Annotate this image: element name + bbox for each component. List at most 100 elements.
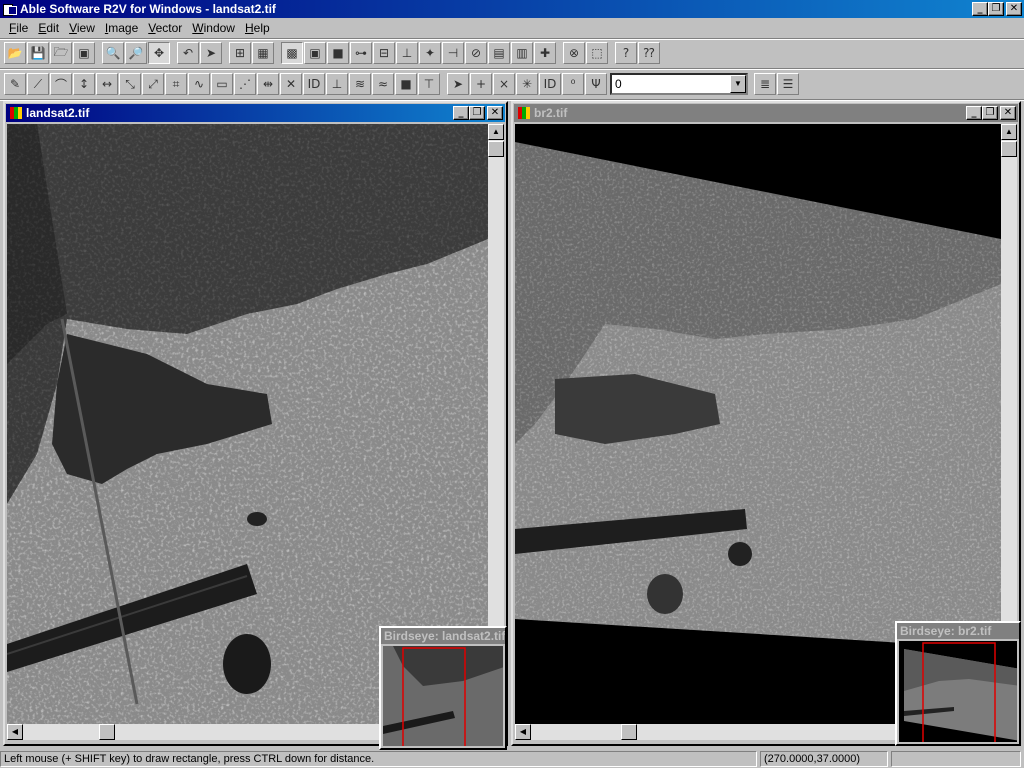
landsat-minimize-button[interactable]: _ — [453, 106, 469, 120]
landsat-birdseye-window[interactable]: Birdseye: landsat2.tif — [379, 626, 507, 750]
image-frame-button[interactable]: ▣ — [304, 42, 326, 64]
scroll-left-arrow[interactable]: ◀ — [7, 724, 23, 740]
br2-hscroll-thumb[interactable] — [621, 724, 637, 740]
minimize-button[interactable]: _ — [972, 2, 988, 16]
measure-icon: ▥ — [516, 46, 528, 60]
diag-button[interactable]: ⤡ — [119, 73, 141, 95]
no-icon: ⊘ — [470, 46, 482, 60]
undo-button[interactable]: ↶ — [177, 42, 199, 64]
star-node-button[interactable]: ✳ — [516, 73, 538, 95]
landsat-vscroll-thumb[interactable] — [488, 141, 504, 157]
landsat-window-title: landsat2.tif — [26, 106, 90, 120]
pan-icon: ✥ — [153, 46, 165, 60]
br2-minimize-button[interactable]: _ — [966, 106, 982, 120]
open-project-button[interactable]: 🗁 — [50, 42, 72, 64]
app-icon[interactable] — [2, 2, 17, 16]
layers-button[interactable]: ≣ — [754, 73, 776, 95]
br2-close-button[interactable]: ✕ — [1000, 106, 1016, 120]
label-button[interactable]: ▤ — [488, 42, 510, 64]
id-node-button[interactable]: ID — [539, 73, 561, 95]
move-node-button[interactable]: ⇹ — [257, 73, 279, 95]
vertical-icon: ↕ — [78, 77, 90, 91]
landsat-window-titlebar[interactable]: landsat2.tif _ ❐ ✕ — [6, 104, 505, 122]
id-line-button[interactable]: ⊥ — [326, 73, 348, 95]
node-line-button[interactable]: ⊶ — [350, 42, 372, 64]
zoom-in-button[interactable]: 🔍 — [102, 42, 124, 64]
menu-image[interactable]: Image — [100, 21, 143, 35]
br2-maximize-button[interactable]: ❐ — [982, 106, 998, 120]
zoom-in-icon: 🔍 — [105, 46, 121, 60]
snap-button[interactable]: ⊤ — [418, 73, 440, 95]
select-node-button[interactable]: ➤ — [447, 73, 469, 95]
help-button[interactable]: ? — [615, 42, 637, 64]
select-tool-button[interactable]: ⬚ — [586, 42, 608, 64]
grid-node-button[interactable]: ⌗ — [165, 73, 187, 95]
measure-button[interactable]: ▥ — [511, 42, 533, 64]
menu-edit[interactable]: Edit — [33, 21, 64, 35]
landsat-hscroll-thumb[interactable] — [99, 724, 115, 740]
scroll-up-arrow[interactable]: ▲ — [1001, 124, 1017, 140]
br2-birdseye-window[interactable]: Birdseye: br2.tif — [895, 621, 1021, 746]
green-box-button[interactable]: ■ — [327, 42, 349, 64]
diag2-button[interactable]: ⤢ — [142, 73, 164, 95]
id-button[interactable]: ID — [303, 73, 325, 95]
split-button[interactable]: ⊥ — [396, 42, 418, 64]
pen-button[interactable]: ✎ — [4, 73, 26, 95]
no-button[interactable]: ⊘ — [465, 42, 487, 64]
landsat-maximize-button[interactable]: ❐ — [469, 106, 485, 120]
cross-button[interactable]: ✚ — [534, 42, 556, 64]
save-project-button[interactable]: ▣ — [73, 42, 95, 64]
rect-button[interactable]: ▭ — [211, 73, 233, 95]
contour-button[interactable]: ≋ — [349, 73, 371, 95]
menu-view[interactable]: View — [64, 21, 100, 35]
landsat-close-button[interactable]: ✕ — [487, 106, 503, 120]
landsat-horizontal-scrollbar[interactable]: ◀ — [7, 724, 387, 740]
menu-help[interactable]: Help — [240, 21, 275, 35]
add-node-button[interactable]: + — [470, 73, 492, 95]
curve-button[interactable]: ∿ — [188, 73, 210, 95]
br2-window-titlebar[interactable]: br2.tif _ ❐ ✕ — [514, 104, 1018, 122]
landsat-birdseye-view[interactable] — [383, 646, 503, 746]
pan-button[interactable]: ✥ — [148, 42, 170, 64]
save-button[interactable]: 💾 — [27, 42, 49, 64]
scroll-up-arrow[interactable]: ▲ — [488, 124, 504, 140]
zoom-out-button[interactable]: 🔎 — [125, 42, 147, 64]
open-icon: 📂 — [7, 46, 23, 60]
menu-file[interactable]: File — [4, 21, 33, 35]
br2-vscroll-thumb[interactable] — [1001, 141, 1017, 157]
menu-vector[interactable]: Vector — [143, 21, 187, 35]
br2-horizontal-scrollbar[interactable]: ◀ — [515, 724, 895, 740]
arc-button[interactable]: ⌒ — [50, 73, 72, 95]
layer-props-button[interactable]: ☰ — [777, 73, 799, 95]
remove-node-button[interactable]: × — [493, 73, 515, 95]
grid-button[interactable]: ⊞ — [229, 42, 251, 64]
image-view-button[interactable]: ▩ — [281, 42, 303, 64]
restore-button[interactable]: ❐ — [988, 2, 1004, 16]
chevron-down-icon[interactable]: ▼ — [730, 75, 746, 93]
close-button[interactable]: ✕ — [1006, 2, 1022, 16]
point-button[interactable]: ✦ — [419, 42, 441, 64]
join-button[interactable]: ⊣ — [442, 42, 464, 64]
select-arrow-button[interactable]: ➤ — [200, 42, 222, 64]
horizontal-button[interactable]: ↔ — [96, 73, 118, 95]
pick-button[interactable]: ⊗ — [563, 42, 585, 64]
fork-button[interactable]: Ψ — [585, 73, 607, 95]
node-value-button[interactable]: ⁰ — [562, 73, 584, 95]
polyline-button[interactable]: ⋰ — [234, 73, 256, 95]
app-title-bar[interactable]: Able Software R2V for Windows - landsat2… — [0, 0, 1024, 18]
scroll-left-arrow[interactable]: ◀ — [515, 724, 531, 740]
vertical-button[interactable]: ↕ — [73, 73, 95, 95]
smooth-button[interactable]: ≈ — [372, 73, 394, 95]
table-button[interactable]: ▦ — [252, 42, 274, 64]
line-button[interactable]: ⟋ — [27, 73, 49, 95]
br2-birdseye-view[interactable] — [899, 641, 1017, 742]
fill-button[interactable]: ■ — [395, 73, 417, 95]
menu-window[interactable]: Window — [187, 21, 240, 35]
layer-combo[interactable]: 0 ▼ — [610, 73, 748, 95]
segment-button[interactable]: ⊟ — [373, 42, 395, 64]
context-help-button[interactable]: ⁇ — [638, 42, 660, 64]
grid-node-icon: ⌗ — [172, 76, 180, 91]
open-button[interactable]: 📂 — [4, 42, 26, 64]
delete-node-button[interactable]: ✕ — [280, 73, 302, 95]
star-node-icon: ✳ — [521, 77, 533, 91]
